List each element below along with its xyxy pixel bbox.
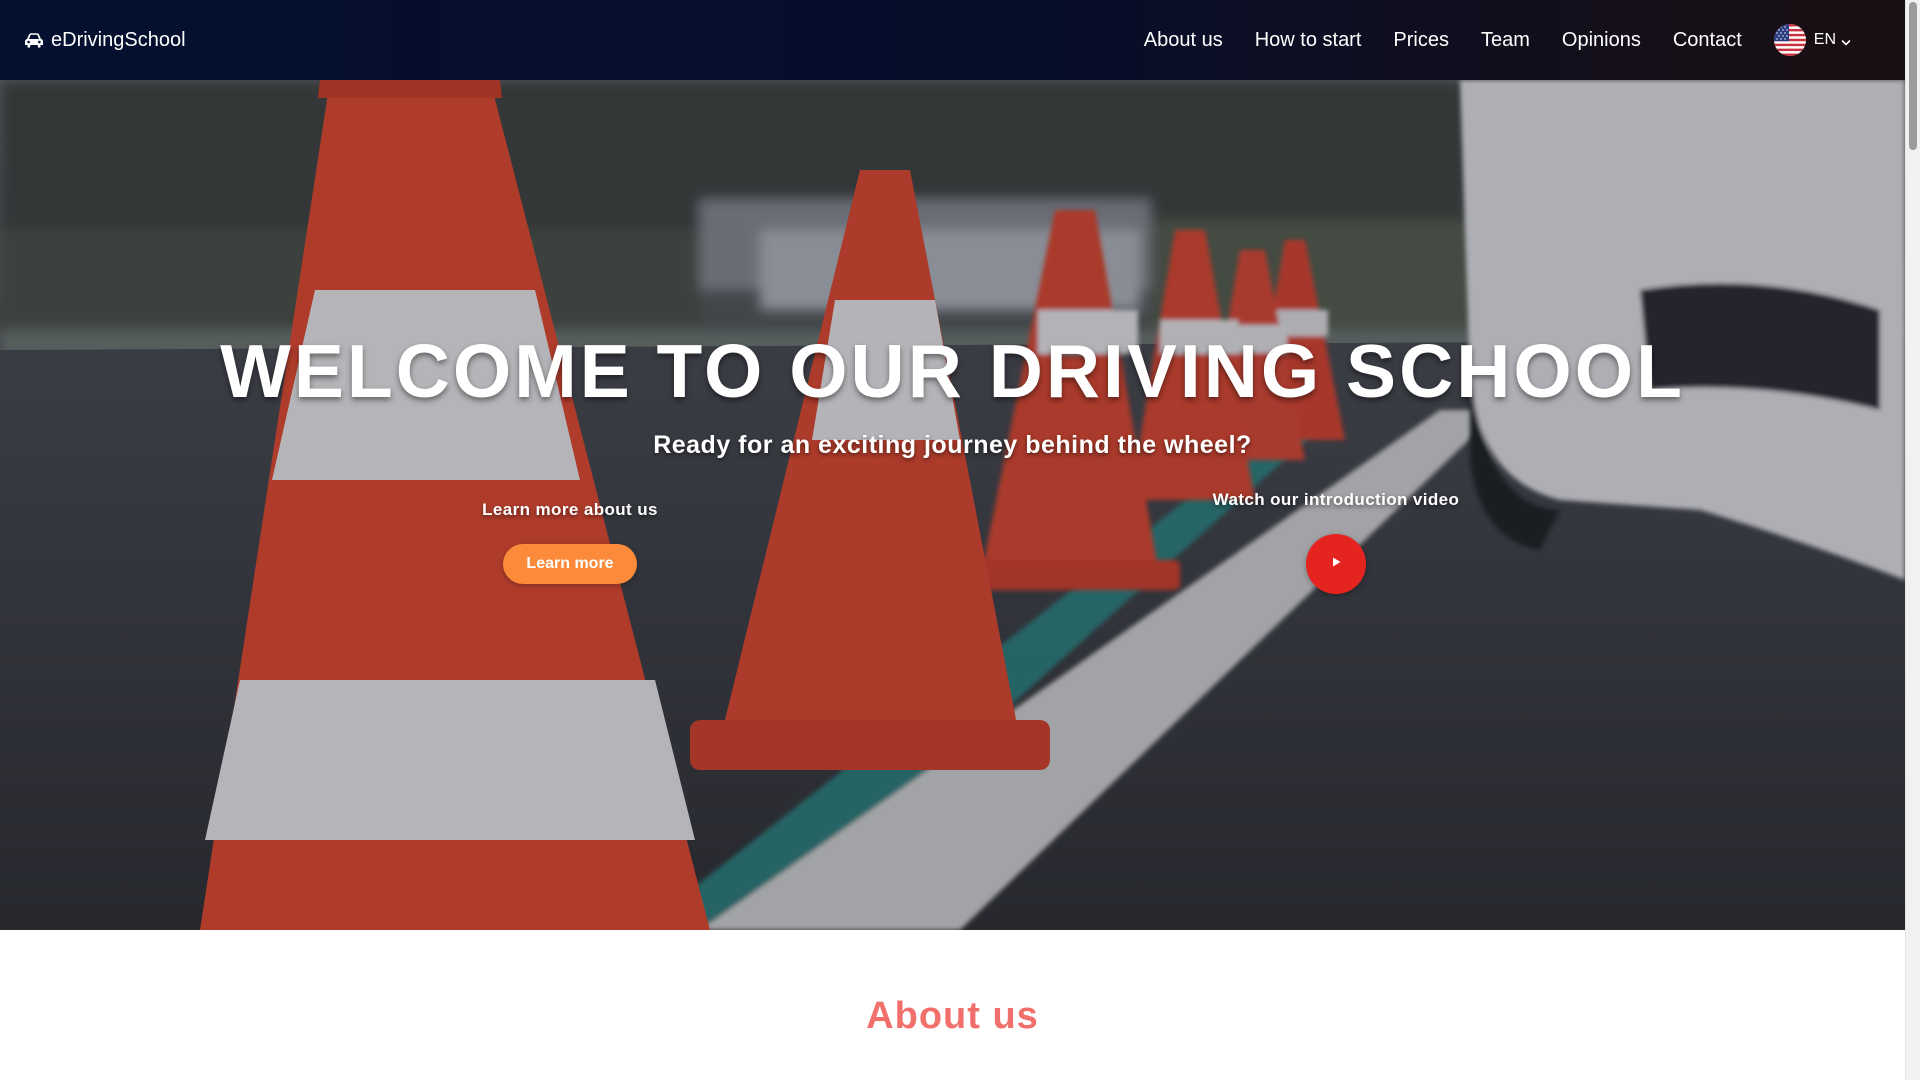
hero-title: WELCOME TO OUR DRIVING SCHOOL	[220, 329, 1685, 413]
language-code: EN	[1813, 31, 1836, 48]
nav-link-contact[interactable]: Contact	[1673, 29, 1742, 52]
nav-link-about-us[interactable]: About us	[1144, 29, 1223, 52]
top-navbar: eDrivingSchool About us How to start Pri…	[0, 0, 1905, 80]
nav-link-opinions[interactable]: Opinions	[1562, 29, 1641, 52]
language-selector[interactable]: EN	[1773, 24, 1851, 56]
nav-link-prices[interactable]: Prices	[1393, 29, 1449, 52]
about-section: About us	[0, 930, 1905, 1080]
about-section-title: About us	[866, 995, 1039, 1037]
play-video-button[interactable]	[1306, 534, 1366, 594]
nav-link-team[interactable]: Team	[1481, 29, 1530, 52]
brand-name: eDrivingSchool	[51, 28, 186, 51]
play-icon	[1330, 555, 1342, 573]
hero-subtitle: Ready for an exciting journey behind the…	[653, 431, 1252, 459]
nav-link-how-to-start[interactable]: How to start	[1255, 29, 1362, 52]
hero-section: WELCOME TO OUR DRIVING SCHOOL Ready for …	[0, 80, 1905, 930]
chevron-down-icon	[1841, 35, 1851, 46]
nav-menu: About us How to start Prices Team Opinio…	[1144, 24, 1881, 56]
learn-more-label: Learn more about us	[482, 500, 658, 519]
learn-more-button[interactable]: Learn more	[503, 544, 637, 584]
hero-overlay	[0, 80, 1905, 930]
scrollbar-thumb[interactable]	[1909, 2, 1917, 150]
brand-logo[interactable]: eDrivingSchool	[24, 29, 186, 52]
video-block: Watch our introduction video	[1186, 490, 1486, 594]
video-label: Watch our introduction video	[1212, 490, 1460, 509]
car-icon	[24, 32, 44, 48]
page-scrollbar[interactable]	[1905, 0, 1920, 1080]
us-flag-icon	[1773, 24, 1806, 56]
learn-more-block: Learn more about us Learn more	[420, 500, 720, 584]
